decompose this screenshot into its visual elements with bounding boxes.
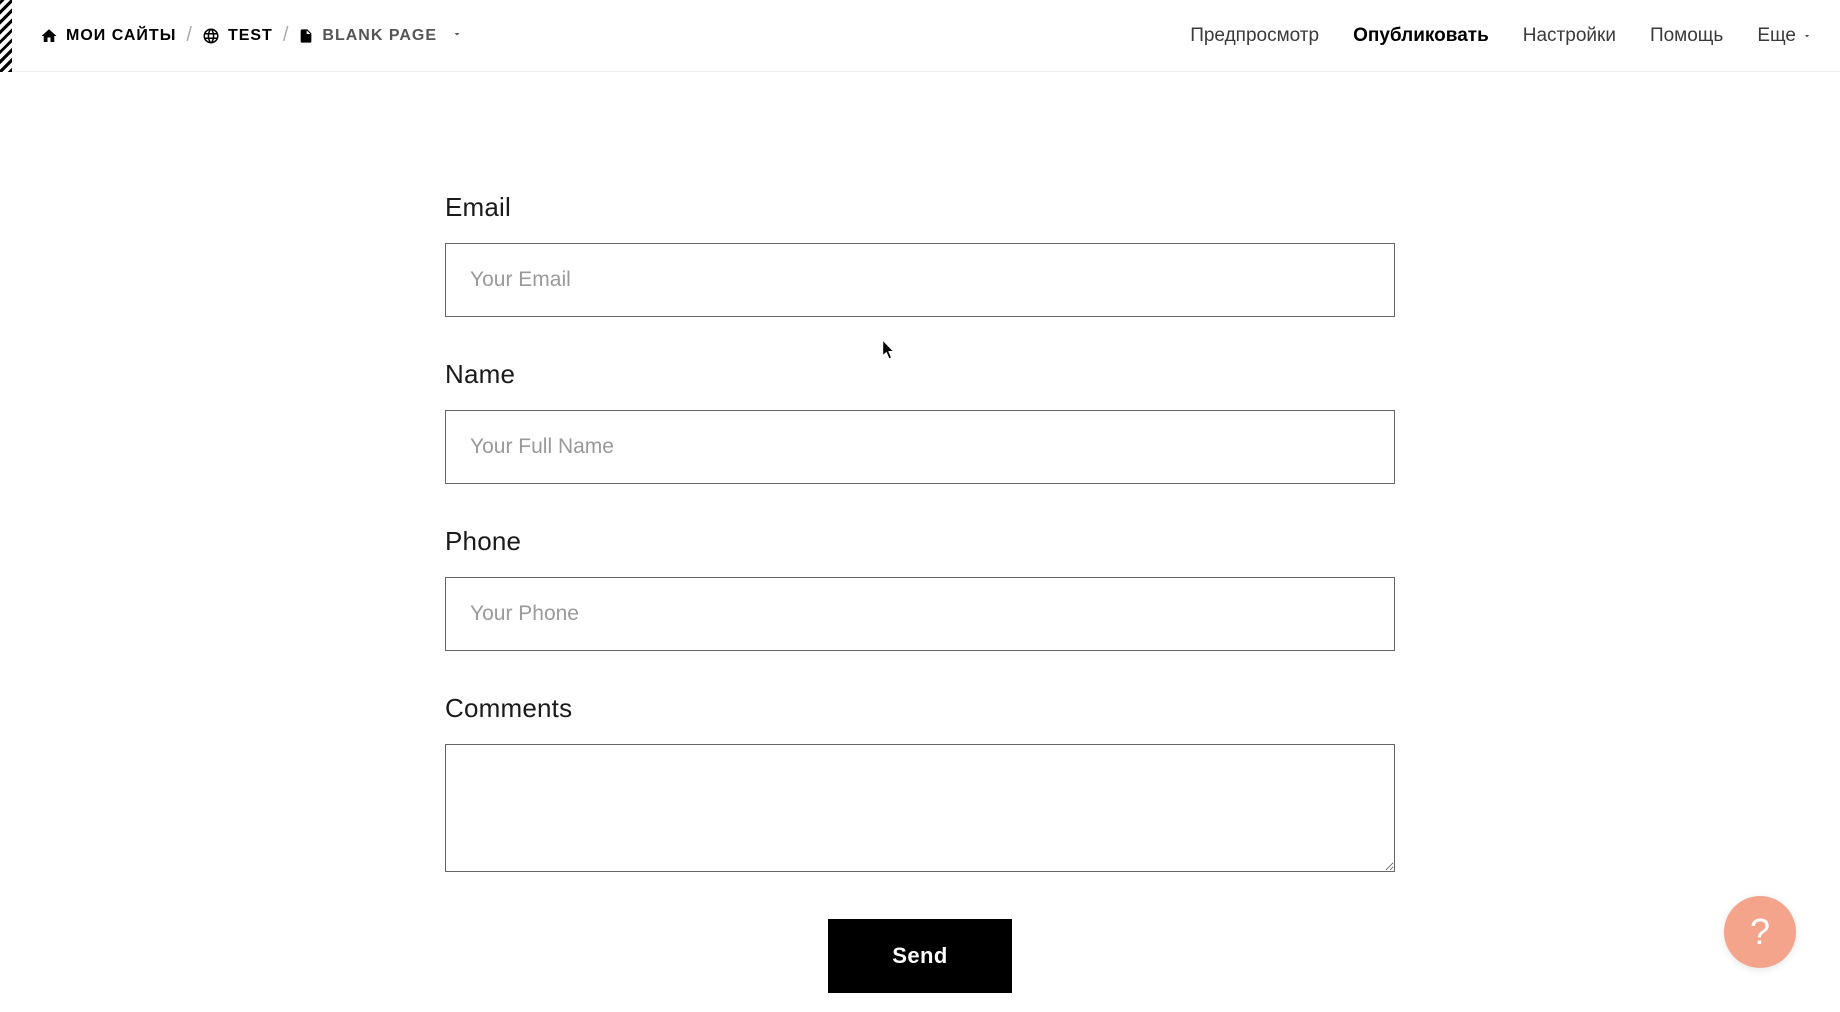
form-group-comments: Comments <box>445 693 1395 877</box>
nav-help[interactable]: Помощь <box>1650 25 1723 47</box>
page-icon <box>298 28 314 44</box>
name-field[interactable] <box>445 410 1395 484</box>
form-actions: Send <box>445 919 1395 993</box>
breadcrumb: МОИ САЙТЫ / TEST / BLANK PAGE <box>40 24 463 47</box>
home-icon <box>40 27 58 45</box>
chevron-down-icon <box>451 27 463 45</box>
breadcrumb-separator: / <box>283 24 289 47</box>
breadcrumb-page[interactable]: BLANK PAGE <box>298 27 463 45</box>
form-group-email: Email <box>445 192 1395 317</box>
email-field[interactable] <box>445 243 1395 317</box>
nav-more[interactable]: Еще <box>1757 25 1812 47</box>
chevron-down-icon <box>1802 31 1812 41</box>
label-comments: Comments <box>445 693 1395 724</box>
top-bar: МОИ САЙТЫ / TEST / BLANK PAGE Предпросмо… <box>0 0 1840 72</box>
top-menu: Предпросмотр Опубликовать Настройки Помо… <box>1190 25 1812 47</box>
help-fab[interactable]: ? <box>1724 896 1796 968</box>
editor-canvas: Email Name Phone Comments Send <box>0 72 1840 993</box>
breadcrumb-home[interactable]: МОИ САЙТЫ <box>40 27 176 45</box>
form-group-phone: Phone <box>445 526 1395 651</box>
question-mark-icon: ? <box>1750 911 1770 953</box>
nav-more-label: Еще <box>1757 25 1796 47</box>
label-name: Name <box>445 359 1395 390</box>
breadcrumb-page-label: BLANK PAGE <box>322 27 437 45</box>
label-phone: Phone <box>445 526 1395 557</box>
breadcrumb-site[interactable]: TEST <box>202 27 273 45</box>
send-button[interactable]: Send <box>828 919 1011 993</box>
breadcrumb-home-label: МОИ САЙТЫ <box>66 27 176 45</box>
globe-icon <box>202 27 220 45</box>
form-group-name: Name <box>445 359 1395 484</box>
comments-field[interactable] <box>445 744 1395 872</box>
breadcrumb-site-label: TEST <box>228 27 273 45</box>
phone-field[interactable] <box>445 577 1395 651</box>
label-email: Email <box>445 192 1395 223</box>
contact-form: Email Name Phone Comments Send <box>445 192 1395 993</box>
brand-logo-strip <box>0 0 12 72</box>
nav-preview[interactable]: Предпросмотр <box>1190 25 1319 47</box>
nav-publish[interactable]: Опубликовать <box>1353 25 1489 47</box>
nav-settings[interactable]: Настройки <box>1523 25 1616 47</box>
breadcrumb-separator: / <box>186 24 192 47</box>
